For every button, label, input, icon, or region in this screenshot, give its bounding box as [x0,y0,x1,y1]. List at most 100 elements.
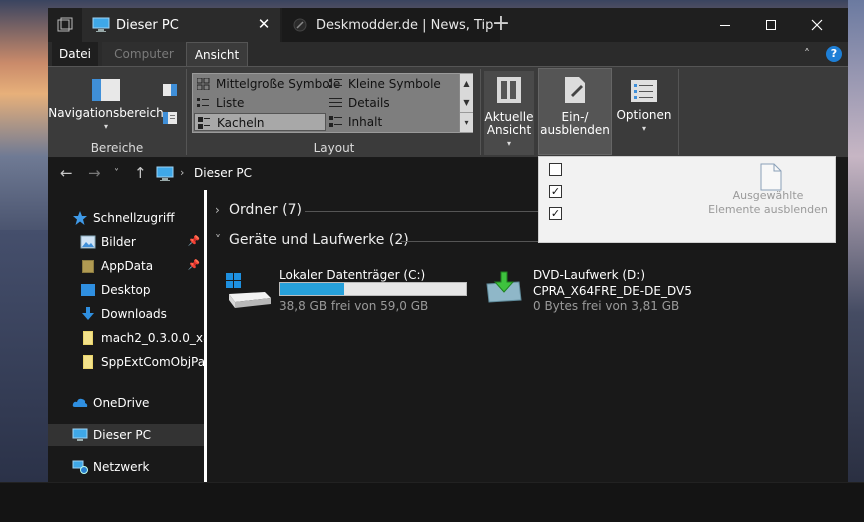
help-icon[interactable]: ? [826,46,842,62]
options-button[interactable]: Optionen ▾ [614,75,674,145]
collapse-ribbon-icon[interactable]: ˄ [804,47,810,61]
drive-usage-fill [280,283,344,295]
drive-usage-bar [279,282,467,296]
navigation-pane-button[interactable]: Navigationsbereich ▾ [48,73,164,133]
site-favicon-icon [293,18,307,32]
hide-selected-icon [760,163,782,191]
layout-tiles[interactable]: Kacheln [194,113,326,131]
details-pane-icon[interactable] [162,111,178,125]
breadcrumb[interactable]: Dieser PC [194,166,252,180]
layout-small-icons[interactable]: Kleine Symbole [326,75,458,93]
breadcrumb-separator-icon[interactable]: › [180,166,184,179]
download-icon [82,307,94,320]
folder-icon [83,331,93,345]
recent-locations-icon[interactable]: ˅ [114,168,119,179]
folder-icon [82,260,94,273]
tab-computer[interactable]: Computer [102,42,186,66]
options-icon [631,80,657,102]
layout-medium-icons[interactable]: Mittelgroße Symbole [194,75,340,93]
pin-icon[interactable]: 📌 [188,255,200,277]
layout-item-label: Mittelgroße Symbole [216,77,341,91]
checkbox-hidden-items[interactable]: ✓ [549,207,562,220]
layout-item-label: Kacheln [217,116,265,130]
star-icon [73,211,87,225]
minimize-button[interactable] [702,8,748,42]
sidebar-item-label: SppExtComObjPatc [101,355,204,369]
ribbon: Navigationsbereich ▾ Bereiche Mittelgroß… [48,66,848,158]
tab-dieser-pc[interactable]: Dieser PC ✕ [82,8,280,42]
show-hide-label: ausblenden [540,123,610,137]
sidebar-item-label: Netzwerk [93,460,150,474]
checkbox-item-checkboxes[interactable] [549,163,562,176]
sidebar-item-label: Desktop [101,283,151,297]
sidebar-item-desktop[interactable]: Desktop [48,279,204,301]
group-label: Ordner (7) [229,202,302,218]
group-divider [401,241,539,242]
navigation-pane: Schnellzugriff Bilder 📌 AppData 📌 Deskto… [48,190,204,482]
scroll-up-icon[interactable]: ▲ [460,74,473,93]
layout-item-label: Liste [216,96,245,110]
scroll-down-icon[interactable]: ▼ [460,93,473,112]
sidebar-item-label: Bilder [101,235,136,249]
pictures-icon [80,235,96,249]
sidebar-item-mach2[interactable]: mach2_0.3.0.0_x86 [48,327,204,349]
navigation-pane-label: Navigationsbereich [48,106,164,120]
ribbon-separator [480,69,481,155]
current-view-label: Ansicht [486,123,532,137]
tab-view[interactable]: Ansicht [186,42,248,66]
sidebar-item-this-pc[interactable]: Dieser PC [48,424,204,446]
computer-icon [72,428,88,441]
gallery-expand-icon[interactable]: ▾ [460,112,473,131]
group-label: Geräte und Laufwerke (2) [229,232,409,248]
checkbox-file-extensions[interactable]: ✓ [549,185,562,198]
layout-item-label: Inhalt [348,115,383,129]
drive-tile-d[interactable]: DVD-Laufwerk (D:) CPRA_X64FRE_DE-DE_DV5 … [483,260,692,316]
sidebar-item-network[interactable]: Netzwerk [48,456,204,478]
tiles-icon [198,117,210,129]
desktop-background-right [848,0,864,522]
network-icon [72,460,88,474]
layout-gallery-scrollbar[interactable]: ▲ ▼ ▾ [459,74,473,132]
group-drives[interactable]: ˅ Geräte und Laufwerke (2) [215,232,409,248]
sidebar-item-downloads[interactable]: Downloads [48,303,204,325]
window-menu-icon[interactable] [48,8,82,42]
pin-icon[interactable]: 📌 [188,231,200,253]
layout-details[interactable]: Details [326,94,458,112]
hide-selected-button[interactable]: Ausgewählte Elemente ausblenden [705,189,831,217]
show-hide-button[interactable]: Ein-/ ausblenden [538,68,612,155]
drive-name: DVD-Laufwerk (D:) [533,268,646,282]
current-view-icon [497,77,521,103]
close-tab-icon[interactable]: ✕ [256,16,272,32]
ribbon-separator [678,69,679,155]
sidebar-item-sppextcomobjpatch[interactable]: SppExtComObjPatc [48,351,204,373]
close-window-button[interactable] [794,8,840,42]
navigation-pane-icon [92,79,120,101]
layout-item-label: Kleine Symbole [348,77,441,91]
sidebar-item-quick-access[interactable]: Schnellzugriff [48,207,204,229]
dvd-drive-icon [486,271,522,303]
tab-file[interactable]: Datei [52,42,98,66]
desktop-icon [81,284,95,296]
chevron-down-icon: ˅ [215,233,221,247]
ribbon-separator [186,69,187,155]
back-button[interactable]: ← [60,164,73,182]
current-view-button[interactable]: Aktuelle Ansicht ▾ [484,71,534,155]
sidebar-item-onedrive[interactable]: OneDrive [48,392,204,414]
computer-icon [92,17,110,32]
layout-content[interactable]: Inhalt [326,113,458,131]
layout-group-label: Layout [313,141,355,155]
maximize-button[interactable] [748,8,794,42]
sidebar-item-label: OneDrive [93,396,150,410]
up-button[interactable]: ↑ [134,164,147,182]
layout-list[interactable]: Liste [194,94,326,112]
forward-button[interactable]: → [88,164,101,182]
preview-pane-icon[interactable] [162,83,178,97]
cloud-icon [72,398,88,407]
tab-deskmodder[interactable]: Deskmodder.de | News, Tip [282,8,500,42]
sidebar-item-pictures[interactable]: Bilder 📌 [48,231,204,253]
group-folders[interactable]: › Ordner (7) [215,202,302,218]
new-tab-button[interactable]: + [484,8,518,42]
drive-free-space: 0 Bytes frei von 3,81 GB [533,299,680,313]
sidebar-item-label: Downloads [101,307,167,321]
sidebar-item-appdata[interactable]: AppData 📌 [48,255,204,277]
